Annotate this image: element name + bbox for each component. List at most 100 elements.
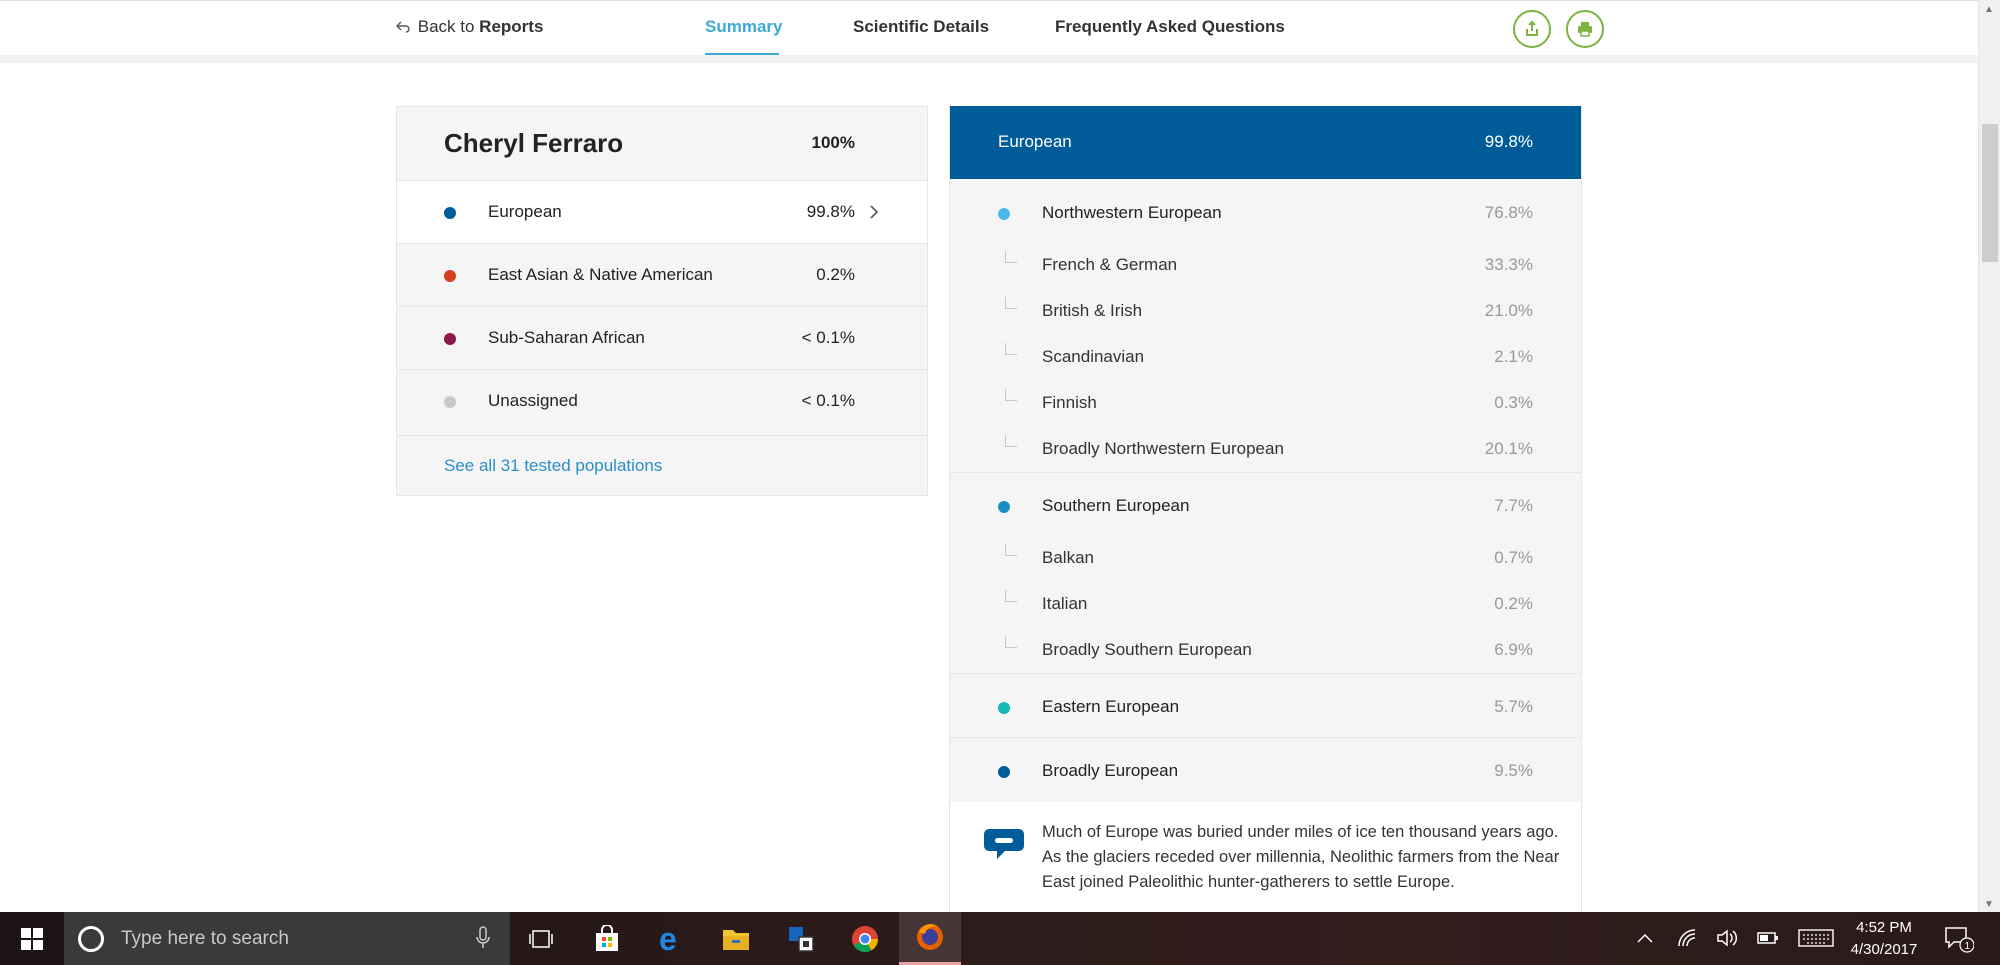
firefox-icon[interactable] (899, 912, 961, 965)
show-hidden-icons-icon[interactable] (1632, 926, 1658, 950)
summary-row-european[interactable]: European 99.8% (397, 180, 927, 243)
clock-time: 4:52 PM (1856, 919, 1912, 936)
group-label-broadly-european[interactable]: Broadly European (1042, 761, 1178, 781)
share-icon (1526, 20, 1538, 36)
task-view-icon[interactable] (510, 912, 572, 965)
group-label-northwestern[interactable]: Northwestern European (1042, 203, 1222, 223)
sub-value-balkan: 0.7% (1494, 548, 1533, 567)
region-fact-box: Much of Europe was buried under miles of… (950, 802, 1581, 914)
sub-label-broadly-southern[interactable]: Broadly Southern European (1042, 640, 1252, 660)
row-value: < 0.1% (801, 328, 855, 347)
tree-elbow (1005, 590, 1017, 602)
scrollbar-thumb[interactable] (1982, 124, 1998, 262)
app-window: Back to Reports Summary Scientific Detai… (0, 0, 2000, 965)
tab-summary[interactable]: Summary (705, 17, 782, 37)
notification-count: 1 (1965, 941, 1971, 952)
tab-faq[interactable]: Frequently Asked Questions (1055, 17, 1285, 37)
eastern-dot (998, 702, 1010, 714)
sub-value-french-german: 33.3% (1484, 255, 1533, 274)
sub-label-french-german[interactable]: French & German (1042, 255, 1177, 275)
top-nav: Back to Reports Summary Scientific Detai… (0, 0, 1978, 56)
detail-header-label: European (998, 132, 1072, 151)
edge-icon[interactable]: e (640, 912, 702, 965)
group-label-southern[interactable]: Southern European (1042, 496, 1189, 516)
sub-value-italian: 0.2% (1494, 594, 1533, 613)
sub-value-broadly-southern: 6.9% (1494, 640, 1533, 659)
east-asian-dot (444, 270, 456, 282)
european-dot (444, 207, 456, 219)
page-scrollbar[interactable]: ▲ ▼ (1978, 0, 2000, 912)
sub-label-broadly-northwestern[interactable]: Broadly Northwestern European (1042, 439, 1284, 459)
summary-row-sub-saharan-african[interactable]: Sub-Saharan African < 0.1% (397, 306, 927, 369)
sub-label-italian[interactable]: Italian (1042, 594, 1087, 614)
back-link-target: Reports (479, 17, 544, 36)
tree-elbow (1005, 389, 1017, 401)
tree-elbow (1005, 343, 1017, 355)
sub-label-finnish[interactable]: Finnish (1042, 393, 1097, 413)
store-icon[interactable] (576, 912, 638, 965)
group-value-southern: 7.7% (1494, 496, 1533, 515)
group-divider (950, 472, 1581, 473)
summary-header: Cheryl Ferraro 100% (397, 107, 927, 180)
region-fact-text: Much of Europe was buried under miles of… (1042, 823, 1560, 891)
nav-shadow-band (0, 55, 1978, 63)
tree-elbow (1005, 544, 1017, 556)
summary-row-unassigned[interactable]: Unassigned < 0.1% (397, 369, 927, 432)
row-value: 99.8% (806, 202, 855, 221)
group-value-broadly-european: 9.5% (1494, 761, 1533, 780)
battery-icon[interactable] (1755, 926, 1781, 950)
row-label: Unassigned (488, 391, 578, 410)
touch-keyboard-icon[interactable] (1797, 926, 1835, 950)
share-button[interactable] (1513, 10, 1551, 48)
chrome-icon[interactable] (834, 912, 896, 965)
action-center-icon[interactable]: 1 (1944, 925, 1975, 953)
microphone-icon[interactable] (474, 926, 492, 950)
tree-elbow (1005, 297, 1017, 309)
group-value-northwestern: 76.8% (1484, 203, 1533, 222)
back-link-prefix: Back to (417, 17, 475, 36)
tree-elbow (1005, 251, 1017, 263)
scroll-down-arrow-icon[interactable]: ▼ (1984, 899, 1994, 910)
system-clock[interactable]: 4:52 PM 4/30/2017 (1844, 917, 1924, 961)
sub-label-british-irish[interactable]: British & Irish (1042, 301, 1142, 321)
sub-saharan-dot (444, 333, 456, 345)
person-name: Cheryl Ferraro (444, 128, 624, 158)
group-label-eastern[interactable]: Eastern European (1042, 697, 1179, 717)
detail-header-value: 99.8% (1484, 132, 1533, 151)
sub-value-scandinavian: 2.1% (1494, 347, 1533, 366)
link-row-divider (397, 435, 927, 436)
row-value: < 0.1% (801, 391, 855, 410)
row-value: 0.2% (816, 265, 855, 284)
row-label: East Asian & Native American (488, 265, 713, 284)
svg-text:e: e (659, 924, 677, 954)
file-explorer-icon[interactable] (705, 912, 767, 965)
sub-label-scandinavian[interactable]: Scandinavian (1042, 347, 1144, 367)
sub-label-balkan[interactable]: Balkan (1042, 548, 1094, 568)
windows-logo-icon (21, 927, 43, 950)
ancestry-summary-card: Cheryl Ferraro 100% European 99.8% East … (396, 106, 928, 496)
southern-dot (998, 501, 1010, 513)
taskbar-search-box[interactable]: Type here to search (64, 912, 510, 965)
group-divider (950, 673, 1581, 674)
start-button[interactable] (0, 912, 64, 965)
app-icon[interactable] (770, 912, 832, 965)
sub-value-broadly-northwestern: 20.1% (1484, 439, 1533, 458)
summary-row-east-asian-native-american[interactable]: East Asian & Native American 0.2% (397, 243, 927, 306)
tab-scientific-details[interactable]: Scientific Details (853, 17, 989, 37)
tree-elbow (1005, 636, 1017, 648)
windows-taskbar: Type here to search e 4:52 PM 4/30/2017 … (0, 912, 2000, 965)
sub-value-british-irish: 21.0% (1484, 301, 1533, 320)
speech-bubble-icon (984, 829, 1024, 859)
back-arrow-icon (396, 21, 410, 33)
unassigned-dot (444, 396, 456, 408)
network-icon[interactable] (1675, 926, 1701, 950)
print-button[interactable] (1566, 10, 1604, 48)
see-all-populations-link[interactable]: See all 31 tested populations (444, 456, 662, 476)
broadly-european-dot (998, 766, 1010, 778)
back-to-reports-link[interactable]: Back to Reports (395, 17, 543, 37)
volume-icon[interactable] (1714, 926, 1740, 950)
scroll-up-arrow-icon[interactable]: ▲ (1984, 4, 1994, 15)
search-placeholder: Type here to search (121, 928, 289, 949)
clock-date: 4/30/2017 (1850, 941, 1918, 958)
print-icon (1578, 22, 1592, 37)
